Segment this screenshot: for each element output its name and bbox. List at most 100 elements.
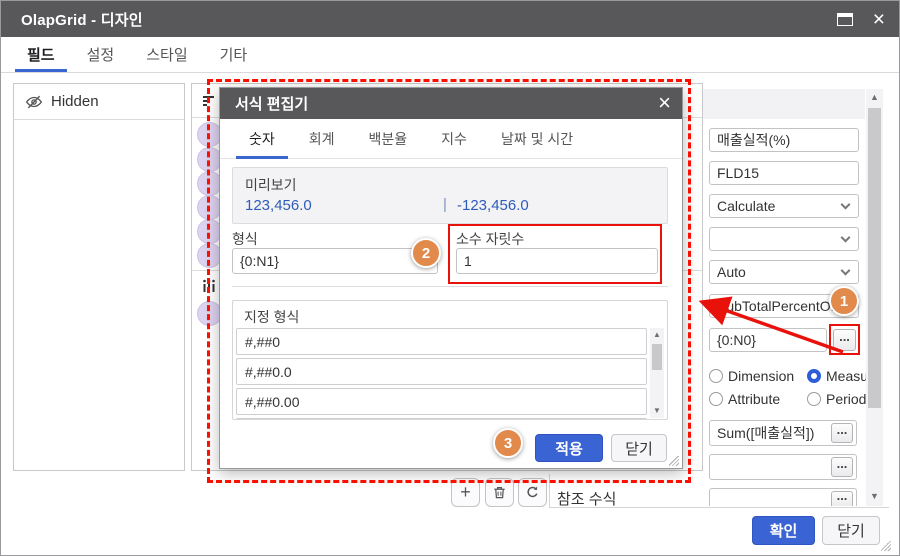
expression-editor-button[interactable]: ... — [831, 423, 853, 443]
resize-grip-icon[interactable] — [881, 541, 891, 551]
field-id-field[interactable]: FLD15 — [709, 161, 859, 185]
scroll-up-icon[interactable]: ▲ — [866, 89, 883, 106]
scrollbar-thumb[interactable] — [868, 108, 881, 408]
maximize-restore-icon[interactable] — [836, 12, 853, 26]
scroll-down-icon[interactable]: ▼ — [866, 488, 883, 505]
window-title: OlapGrid - 디자인 — [21, 11, 143, 29]
chevron-down-icon — [840, 199, 851, 210]
format-label: 형식 — [232, 231, 258, 247]
delete-field-button[interactable] — [485, 478, 514, 507]
tab-settings[interactable]: 설정 — [71, 37, 131, 72]
sort-icon — [203, 95, 214, 106]
preview-label: 미리보기 — [245, 177, 297, 193]
format-list-scrollbar[interactable]: ▲ ▼ — [650, 328, 664, 418]
format-editor-open-button[interactable]: ... — [833, 329, 856, 351]
list-item[interactable]: #,##0.000 — [236, 418, 647, 419]
chevron-down-icon — [840, 265, 851, 276]
scroll-down-icon[interactable]: ▼ — [650, 404, 664, 418]
resize-grip-icon[interactable] — [669, 456, 679, 466]
hidden-panel-title: Hidden — [51, 93, 99, 110]
step-number: 2 — [421, 244, 431, 262]
expression-value: Sum([매출실적]) — [717, 425, 815, 441]
dialog-close-button-label: 닫기 — [837, 523, 865, 540]
hidden-panel-header: Hidden — [14, 84, 184, 120]
format-item-value: #,##0.0 — [245, 363, 292, 380]
apply-button[interactable]: 적용 — [535, 434, 603, 462]
decimal-places-input[interactable]: 1 — [456, 248, 658, 274]
tab-fields[interactable]: 필드 — [11, 37, 71, 72]
ellipsis-icon: ... — [836, 422, 848, 437]
footer-divider — [549, 507, 889, 508]
caption-field[interactable]: 매출실적(%) — [709, 128, 859, 152]
format-editor-header[interactable]: 서식 편집기 × — [220, 88, 682, 119]
radio-measure[interactable] — [807, 369, 821, 383]
tab-settings-label: 설정 — [86, 47, 115, 64]
main-tab-bar: 필드 설정 스타일 기타 — [1, 37, 899, 73]
format-input[interactable]: {0:N1} — [232, 248, 438, 274]
radio-period[interactable] — [807, 392, 821, 406]
tab-etc[interactable]: 기타 — [204, 37, 264, 72]
refresh-fields-button[interactable] — [518, 478, 547, 507]
tab-etc-label: 기타 — [219, 47, 248, 64]
tab-percentage-label: 백분율 — [368, 130, 408, 147]
trash-icon — [494, 487, 505, 499]
columns-icon — [203, 279, 215, 292]
tab-style-label: 스타일 — [146, 47, 188, 64]
close-icon[interactable]: × — [658, 90, 671, 116]
caption-value: 매출실적(%) — [717, 132, 791, 148]
format-editor-tabs: 숫자 회계 백분율 지수 날짜 및 시간 — [220, 119, 682, 159]
tab-percentage[interactable]: 백분율 — [352, 119, 425, 158]
tab-datetime[interactable]: 날짜 및 시간 — [484, 119, 590, 158]
dialog-close-button[interactable]: 닫기 — [822, 516, 880, 545]
scrollbar-thumb[interactable] — [652, 344, 662, 370]
expression2-editor-button[interactable]: ... — [831, 457, 853, 477]
calc-type-select[interactable]: Calculate — [709, 194, 859, 218]
expression3-editor-button[interactable]: ... — [831, 488, 853, 506]
tab-style[interactable]: 스타일 — [130, 37, 203, 72]
format-string-field[interactable]: {0:N0} — [709, 328, 827, 352]
radio-dimension-label: Dimension — [728, 368, 795, 384]
radio-dimension[interactable] — [709, 369, 723, 383]
window-close-icon[interactable]: × — [873, 9, 885, 30]
list-item[interactable]: #,##0.0 — [236, 358, 647, 385]
reference-formula-label: 참조 수식 — [557, 491, 617, 507]
tab-exponent[interactable]: 지수 — [424, 119, 484, 158]
add-field-button[interactable]: + — [451, 478, 480, 507]
plus-icon: + — [460, 482, 471, 502]
ok-button-label: 확인 — [769, 523, 798, 540]
custom-format-list: #,##0 #,##0.0 #,##0.00 #,##0.000 — [236, 328, 647, 419]
title-bar: OlapGrid - 디자인 × — [1, 1, 899, 37]
ok-button[interactable]: 확인 — [752, 516, 815, 545]
modal-close-button[interactable]: 닫기 — [611, 434, 667, 462]
tab-datetime-label: 날짜 및 시간 — [500, 130, 574, 147]
list-item[interactable]: #,##0.00 — [236, 388, 647, 415]
eye-off-icon — [25, 95, 43, 108]
tab-accounting-label: 회계 — [308, 130, 335, 147]
calc-type-value: Calculate — [717, 198, 776, 214]
ellipsis-icon: ... — [836, 488, 848, 503]
empty-select[interactable] — [709, 227, 859, 251]
modal-close-button-label: 닫기 — [625, 440, 653, 458]
format-input-value: {0:N1} — [240, 253, 279, 269]
radio-attribute-label: Attribute — [728, 391, 781, 407]
step-number: 3 — [503, 434, 513, 452]
properties-scrollbar[interactable]: ▲ ▼ — [866, 89, 883, 506]
preview-box: 미리보기 123,456.0 | -123,456.0 — [232, 167, 668, 224]
custom-format-label: 지정 형식 — [244, 309, 300, 325]
field-id-value: FLD15 — [717, 165, 760, 181]
decimal-places-value: 1 — [464, 253, 472, 269]
tab-accounting[interactable]: 회계 — [292, 119, 352, 158]
scroll-up-icon[interactable]: ▲ — [650, 328, 664, 342]
step-number: 1 — [839, 292, 849, 310]
radio-attribute[interactable] — [709, 392, 723, 406]
preview-negative-value: -123,456.0 — [457, 197, 529, 214]
width-mode-select[interactable]: Auto — [709, 260, 859, 284]
tab-exponent-label: 지수 — [441, 130, 467, 147]
annotation-step-2: 2 — [411, 238, 441, 268]
ellipsis-icon: ... — [836, 456, 848, 471]
radio-period-label: Period — [826, 391, 867, 407]
tab-fields-label: 필드 — [27, 47, 55, 64]
tab-number[interactable]: 숫자 — [232, 119, 292, 159]
format-editor-dialog: 서식 편집기 × 숫자 회계 백분율 지수 날짜 및 시간 미리보기 123,4… — [219, 87, 683, 469]
list-item[interactable]: #,##0 — [236, 328, 647, 355]
